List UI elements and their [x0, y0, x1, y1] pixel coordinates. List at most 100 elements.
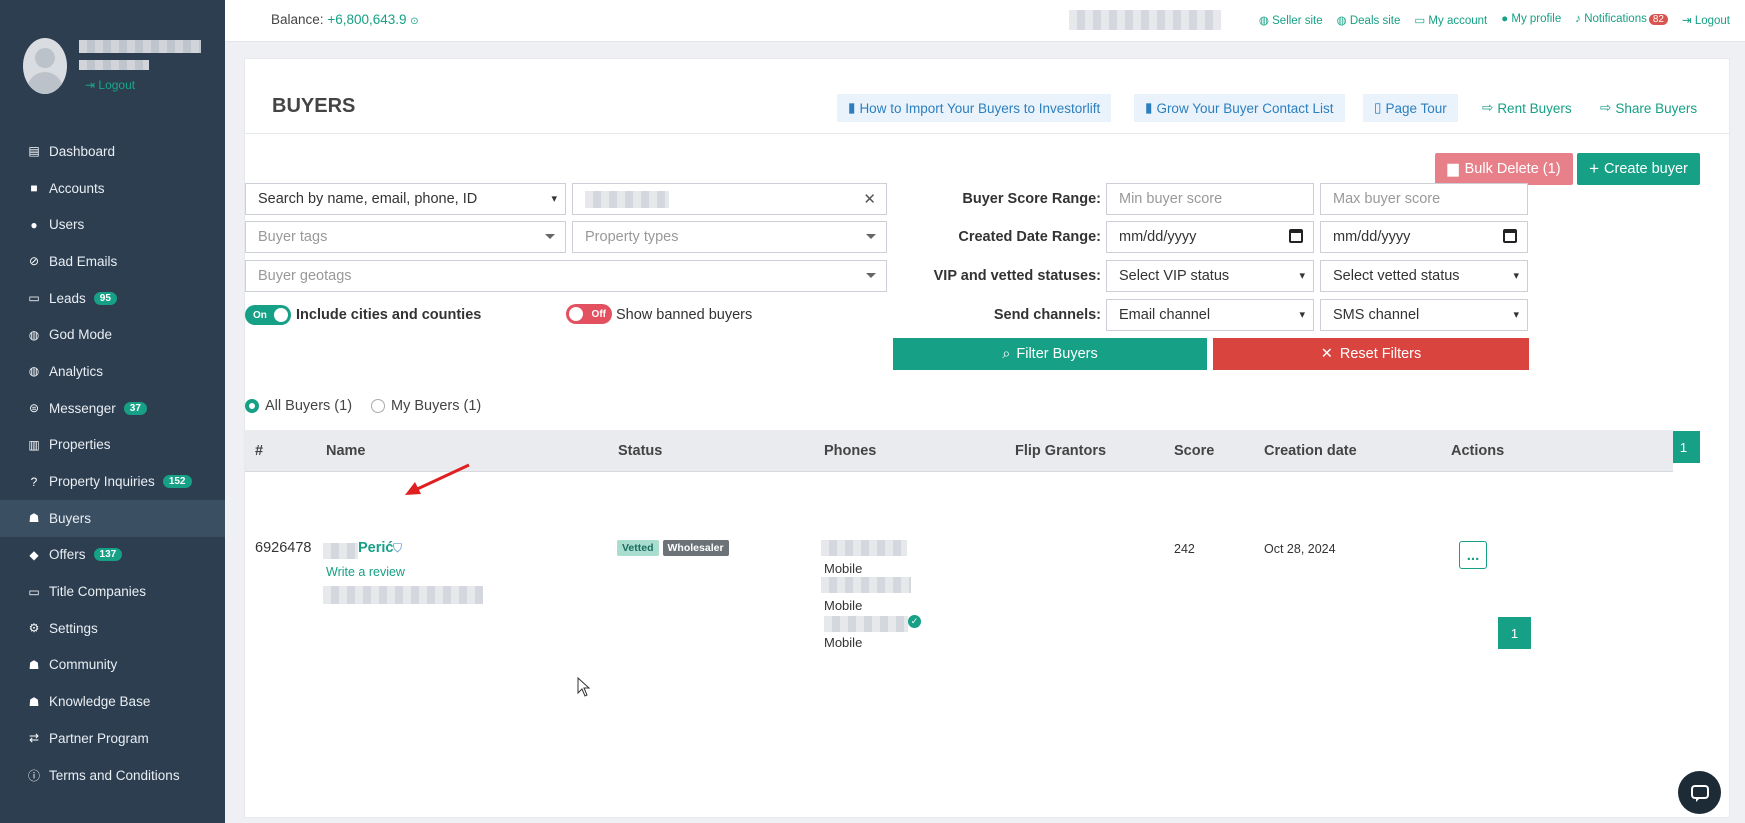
search-icon: ⌕ [1002, 346, 1011, 362]
sidebar-item-messenger[interactable]: ⊜ Messenger 37 [0, 390, 225, 427]
plus-icon: + [1589, 159, 1600, 178]
max-score-input[interactable]: Max buyer score [1320, 183, 1528, 215]
col-actions: Actions [1451, 443, 1505, 459]
sidebar-item-offers[interactable]: ◆ Offers 137 [0, 537, 225, 574]
message-icon: ⊜ [28, 401, 40, 416]
min-score-input[interactable]: Min buyer score [1106, 183, 1314, 215]
user-icon: ● [30, 217, 38, 232]
pagination-page-bottom[interactable]: 1 [1498, 617, 1531, 649]
share-buyers-link[interactable]: ⇨ Share Buyers [1600, 94, 1697, 122]
show-banned-toggle[interactable]: Off [566, 304, 612, 324]
score-range-label: Buyer Score Range: [962, 191, 1101, 207]
redacted-phone-1 [821, 540, 907, 556]
sidebar-item-partner-program[interactable]: ⇄ Partner Program [0, 720, 225, 757]
redacted-user-email [79, 60, 149, 70]
sidebar-item-knowledge-base[interactable]: ☗ Knowledge Base [0, 683, 225, 720]
my-account-link[interactable]: ▭ My account [1414, 13, 1487, 27]
calendar-icon[interactable] [1503, 229, 1517, 243]
show-banned-label: Show banned buyers [616, 307, 753, 323]
bulk-delete-button[interactable]: ▆ Bulk Delete (1) [1435, 153, 1573, 185]
clear-search-icon[interactable]: ✕ [863, 190, 876, 208]
sidebar-item-terms[interactable]: ⓘ Terms and Conditions [0, 757, 225, 794]
col-flip-grantors: Flip Grantors [1015, 443, 1107, 459]
rent-buyers-link[interactable]: ⇨ Rent Buyers [1482, 94, 1572, 122]
top-bar: Balance: +6,800,643.9 ⊙ ◍ Seller site ◍ … [225, 0, 1745, 42]
user-avatar[interactable] [23, 38, 67, 94]
col-id: # [255, 443, 264, 459]
balance-info-icon: ⊙ [410, 16, 419, 27]
redacted-user-name [79, 40, 201, 53]
chevron-down-icon: ▾ [551, 193, 557, 205]
email-channel-select[interactable]: Email channel ▾ [1106, 299, 1314, 331]
clipboard-icon: ▯ [1374, 100, 1382, 115]
notifications-link[interactable]: ♪ Notifications 82 [1575, 13, 1668, 27]
sidebar-item-god-mode[interactable]: ◍ God Mode [0, 316, 225, 353]
chevron-down-icon: ▾ [1299, 270, 1305, 282]
my-profile-link[interactable]: ● My profile [1501, 13, 1561, 27]
logout-icon: ⇥ [1681, 15, 1695, 27]
date-from-input[interactable]: mm/dd/yyyy [1106, 221, 1314, 253]
all-buyers-radio[interactable]: All Buyers (1) [245, 398, 352, 414]
users-icon: ☗ [28, 657, 40, 672]
row-actions-button[interactable]: ... [1459, 541, 1487, 569]
create-buyer-button[interactable]: + Create buyer [1577, 153, 1700, 185]
write-review-link[interactable]: Write a review [326, 565, 405, 579]
vip-status-select[interactable]: Select VIP status ▾ [1106, 260, 1314, 292]
sidebar-nav: ▤ Dashboard ■ Accounts ● Users ⊘ Bad Emails … [0, 133, 225, 793]
vip-vetted-label: VIP and vetted statuses: [933, 268, 1101, 284]
sidebar-item-accounts[interactable]: ■ Accounts [0, 170, 225, 207]
reset-filters-button[interactable]: ✕ Reset Filters [1213, 338, 1529, 370]
search-type-select[interactable]: Search by name, email, phone, ID ▾ [245, 183, 566, 215]
sidebar-item-dashboard[interactable]: ▤ Dashboard [0, 133, 225, 170]
vetted-badge: Vetted [617, 540, 659, 556]
sidebar-item-leads[interactable]: ▭ Leads 95 [0, 280, 225, 317]
sidebar-item-title-companies[interactable]: ▭ Title Companies [0, 573, 225, 610]
deals-site-link[interactable]: ◍ Deals site [1337, 13, 1401, 27]
my-buyers-radio[interactable]: My Buyers (1) [371, 398, 481, 414]
trash-icon: ▆ [1447, 161, 1459, 177]
top-logout-link[interactable]: ⇥ Logout [1682, 13, 1730, 27]
sidebar-item-property-inquiries[interactable]: ? Property Inquiries 152 [0, 463, 225, 500]
filter-buyers-button[interactable]: ⌕ Filter Buyers [893, 338, 1207, 370]
header-divider [245, 133, 1729, 134]
sidebar-item-properties[interactable]: ▥ Properties [0, 427, 225, 464]
grow-contact-list-link[interactable]: ▮ Grow Your Buyer Contact List [1134, 94, 1345, 122]
vetted-status-select[interactable]: Select vetted status ▾ [1320, 260, 1528, 292]
book-icon: ▮ [848, 100, 856, 115]
globe-icon: ◍ [28, 364, 40, 379]
sidebar-logout-link[interactable]: ⇥ Logout [85, 78, 135, 92]
buyer-tags-select[interactable]: Buyer tags [245, 221, 566, 253]
col-status: Status [618, 443, 663, 459]
sidebar-item-community[interactable]: ☗ Community [0, 647, 225, 684]
redacted-phone-3 [824, 616, 908, 632]
sidebar-item-settings[interactable]: ⚙ Settings [0, 610, 225, 647]
sidebar: ⇥ Logout ▤ Dashboard ■ Accounts ● Users ⊘ Ba… [0, 0, 225, 823]
sidebar-item-analytics[interactable]: ◍ Analytics [0, 353, 225, 390]
buyer-geotags-select[interactable]: Buyer geotags [245, 260, 887, 292]
chart-icon: ▤ [28, 144, 40, 159]
caret-down-icon [866, 273, 876, 278]
toggle-knob [274, 308, 288, 322]
date-to-input[interactable]: mm/dd/yyyy [1320, 221, 1528, 253]
redacted-search-value [585, 190, 669, 208]
import-buyers-guide-link[interactable]: ▮ How to Import Your Buyers to Investorli… [837, 94, 1112, 122]
gear-icon: ⚙ [28, 621, 40, 636]
buyer-id: 6926478 [255, 540, 312, 556]
sidebar-item-bad-emails[interactable]: ⊘ Bad Emails [0, 243, 225, 280]
include-cities-toggle[interactable]: On [245, 305, 291, 325]
wholesaler-badge: Wholesaler [662, 540, 729, 556]
sidebar-item-buyers[interactable]: ☗ Buyers [0, 499, 225, 537]
chat-launcher-button[interactable] [1678, 771, 1721, 814]
phone-type-2: Mobile [824, 598, 863, 613]
seller-site-link[interactable]: ◍ Seller site [1259, 13, 1323, 27]
leads-count-badge: 95 [93, 291, 117, 305]
ban-icon: ⊘ [28, 254, 40, 269]
property-types-select[interactable]: Property types [572, 221, 887, 253]
calendar-icon[interactable] [1289, 229, 1303, 243]
page-tour-link[interactable]: ▯ Page Tour [1363, 94, 1458, 122]
buyer-name-link[interactable]: Perić [358, 540, 393, 556]
chevron-down-icon: ▾ [1513, 270, 1519, 282]
sidebar-item-users[interactable]: ● Users [0, 206, 225, 243]
sms-channel-select[interactable]: SMS channel ▾ [1320, 299, 1528, 331]
search-input[interactable]: ✕ [572, 183, 887, 215]
